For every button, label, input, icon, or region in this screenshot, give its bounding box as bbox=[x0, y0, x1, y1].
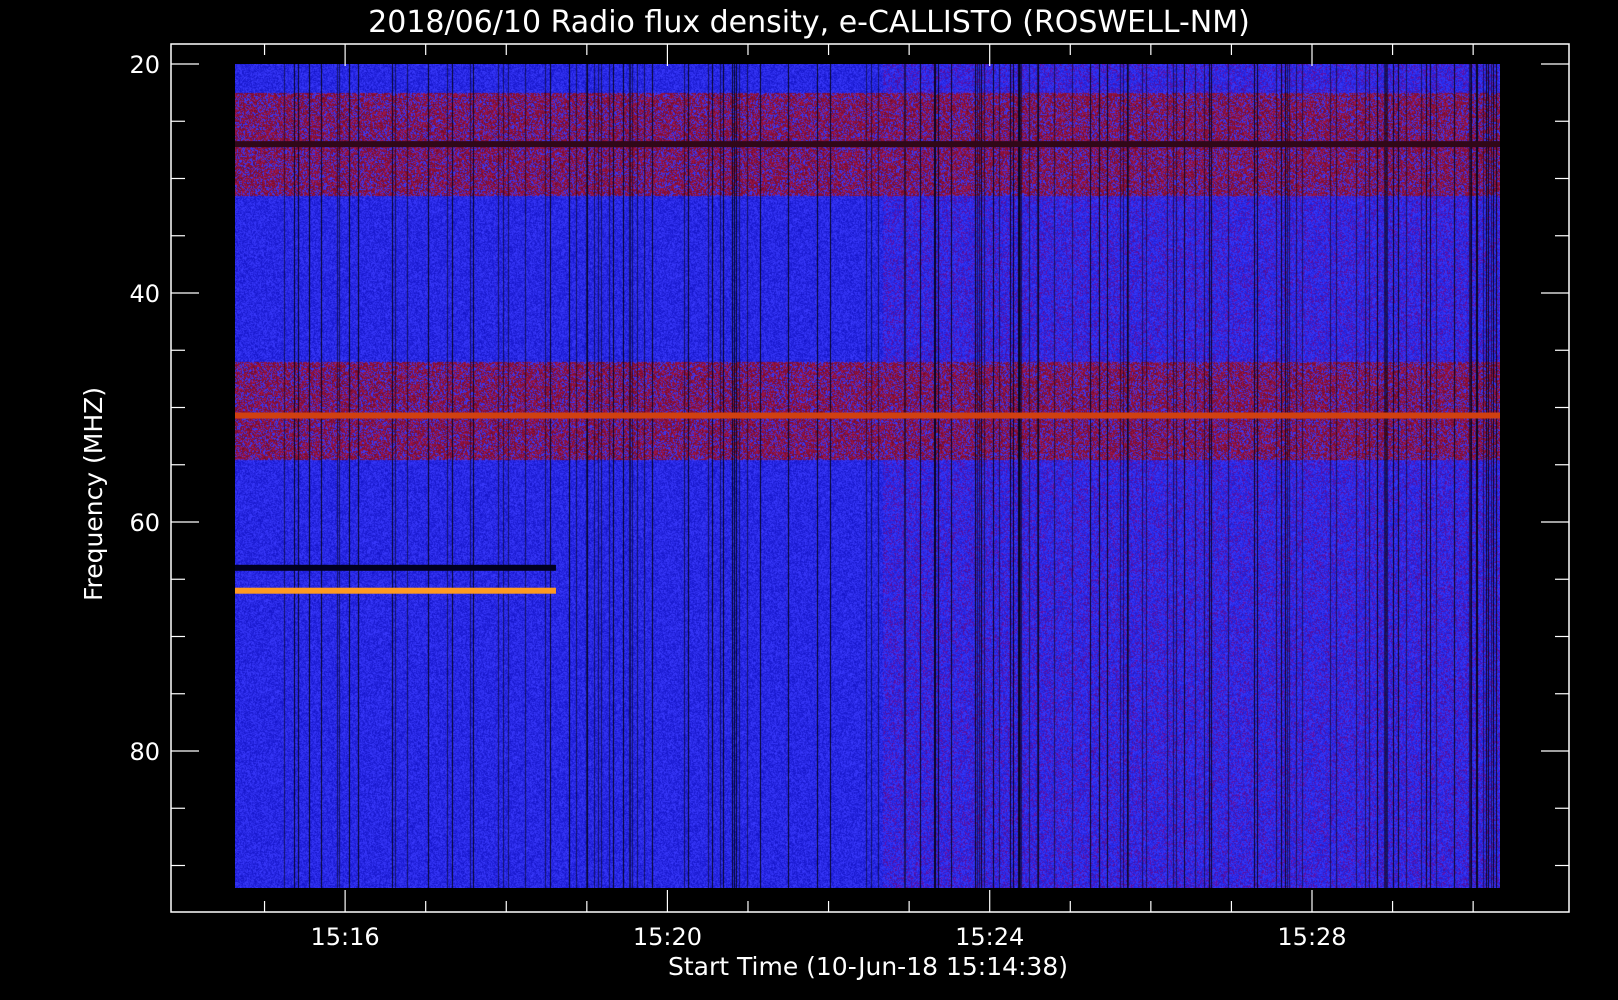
interference-line bbox=[235, 564, 556, 571]
chart-title: 2018/06/10 Radio flux density, e-CALLIST… bbox=[368, 5, 1250, 40]
x-tick-label: 15:24 bbox=[955, 923, 1024, 951]
spectrogram-heatmap bbox=[235, 64, 1500, 888]
interference-line bbox=[235, 141, 1500, 148]
y-tick-label: 60 bbox=[129, 509, 160, 537]
y-tick-label: 80 bbox=[129, 738, 160, 766]
spectrogram-chart: 15:16 15:20 15:24 15:28 20 40 60 80 2018/06/10… bbox=[0, 0, 1618, 1000]
spectrogram-raster bbox=[235, 64, 1500, 888]
x-tick-label: 15:16 bbox=[311, 923, 380, 951]
y-axis-label: Frequency (MHZ) bbox=[79, 387, 108, 601]
x-tick-label: 15:28 bbox=[1277, 923, 1346, 951]
y-tick-label: 20 bbox=[129, 51, 160, 79]
x-tick-label: 15:20 bbox=[633, 923, 702, 951]
x-axis-label: Start Time (10-Jun-18 15:14:38) bbox=[668, 952, 1068, 981]
y-tick-label: 40 bbox=[129, 280, 160, 308]
interference-line bbox=[235, 412, 1500, 419]
interference-line bbox=[235, 587, 556, 594]
